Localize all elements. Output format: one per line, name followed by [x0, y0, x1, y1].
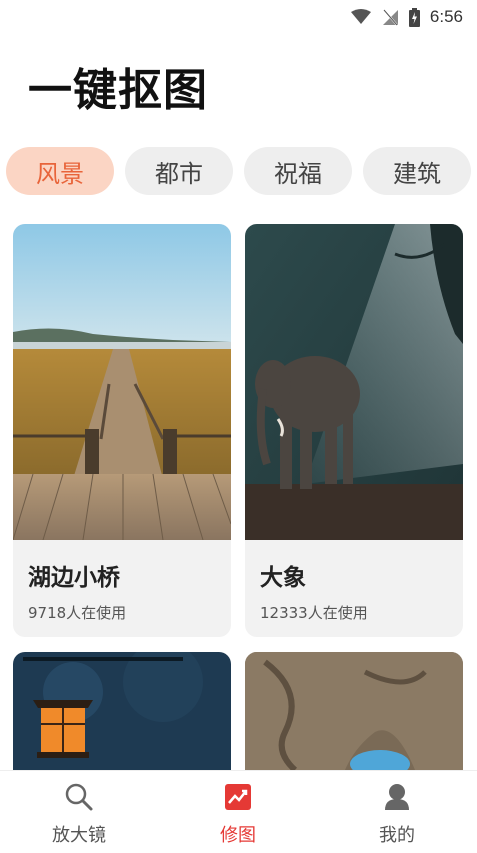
tab-blessing[interactable]: 祝福	[244, 147, 352, 195]
card-image	[13, 652, 231, 770]
template-card-cave[interactable]	[245, 652, 463, 770]
card-usage-count: 12333人在使用	[260, 604, 368, 622]
tab-architecture[interactable]: 建筑	[363, 147, 471, 195]
nav-label: 我的	[379, 825, 415, 846]
user-icon	[385, 784, 409, 810]
magnifier-icon	[65, 783, 93, 811]
card-usage-count: 9718人在使用	[28, 604, 127, 622]
no-signal-icon	[382, 9, 398, 26]
status-time: 6:56	[429, 7, 463, 26]
nav-label: 修图	[220, 825, 256, 846]
nav-item-mine[interactable]: 我的	[347, 781, 447, 847]
bottom-nav: 放大镜 修图 我的	[0, 770, 477, 853]
nav-item-retouch[interactable]: 修图	[188, 781, 288, 847]
card-image	[13, 224, 231, 540]
template-card-lantern[interactable]	[13, 652, 231, 770]
wifi-icon	[350, 9, 371, 24]
card-title: 湖边小桥	[28, 565, 120, 591]
card-image	[245, 224, 463, 540]
card-title: 大象	[260, 565, 306, 591]
tab-scenery[interactable]: 风景	[6, 147, 114, 195]
chart-icon	[225, 784, 251, 810]
nav-label: 放大镜	[52, 825, 106, 846]
tab-city[interactable]: 都市	[125, 147, 233, 195]
category-tabs: 风景 都市 祝福 建筑	[6, 147, 471, 195]
status-bar: 6:56	[0, 0, 477, 34]
card-image	[245, 652, 463, 770]
page-title: 一键抠图	[28, 65, 208, 116]
template-card-elephant[interactable]: 大象 12333人在使用	[245, 224, 463, 637]
nav-item-magnifier[interactable]: 放大镜	[29, 781, 129, 847]
battery-charging-icon	[408, 7, 420, 27]
template-card-lake-bridge[interactable]: 湖边小桥 9718人在使用	[13, 224, 231, 637]
